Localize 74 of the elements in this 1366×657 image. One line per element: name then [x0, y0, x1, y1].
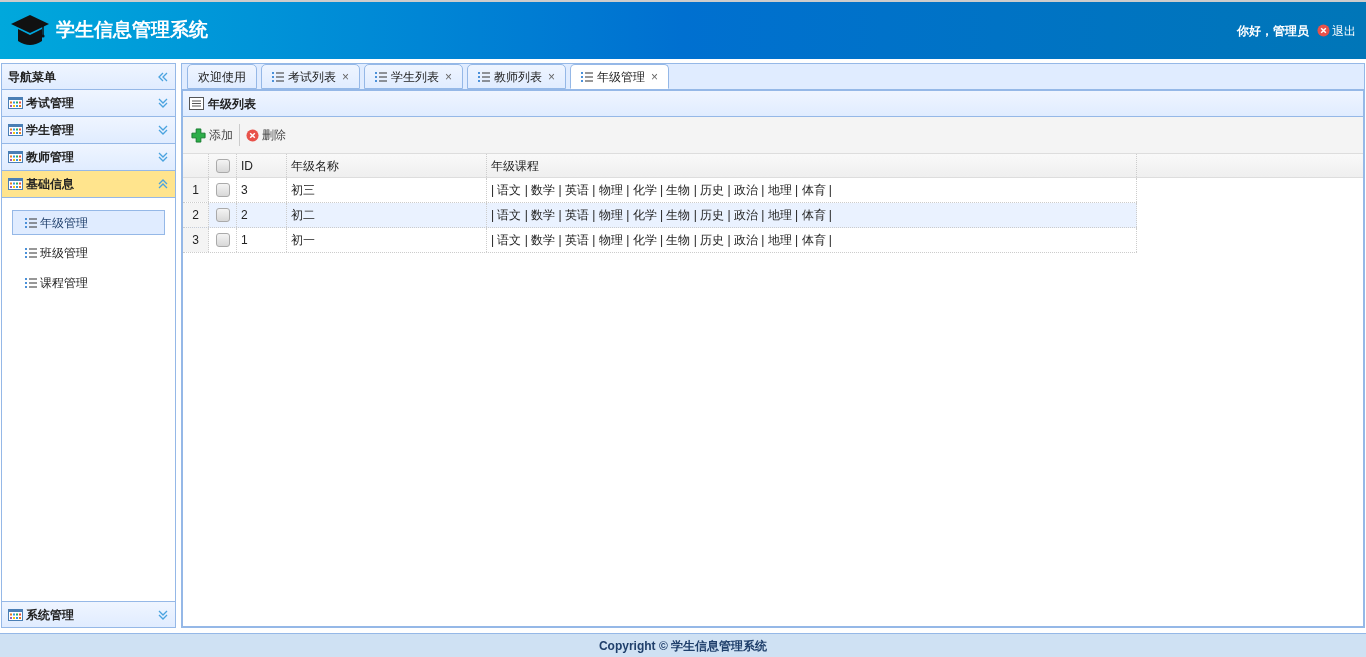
expand-icon[interactable] [157, 151, 169, 163]
close-circle-icon [246, 128, 259, 142]
table-cell: 3 [237, 178, 287, 202]
list-icon [25, 276, 37, 289]
section-label: 学生管理 [26, 122, 74, 139]
table-cell: 初一 [287, 228, 487, 252]
section-label: 教师管理 [26, 149, 74, 166]
table-row[interactable]: 2 2 初二 | 语文 | 数学 | 英语 | 物理 | 化学 | 生物 | 历史 | 政治 | 地理 | 体育 | [183, 203, 1137, 228]
row-number: 2 [183, 203, 209, 227]
table-cell: | 语文 | 数学 | 英语 | 物理 | 化学 | 生物 | 历史 | 政治 | 地理 | 体育 | [487, 228, 1137, 252]
list-icon [189, 97, 204, 110]
list-icon [25, 246, 37, 259]
list-icon [581, 70, 594, 83]
column-header[interactable]: 年级名称 [287, 154, 487, 177]
column-header[interactable]: 年级课程 [487, 154, 1137, 177]
nav-menu-title: 导航菜单 [8, 68, 56, 86]
section-label: 基础信息 [26, 176, 74, 193]
table-icon [8, 151, 23, 163]
menu-item[interactable]: 课程管理 [12, 270, 165, 295]
collapse-icon[interactable] [157, 178, 169, 190]
row-number: 3 [183, 228, 209, 252]
table-icon [8, 178, 23, 190]
toolbar-button[interactable]: 删除 [246, 126, 286, 144]
tab[interactable]: 欢迎使用 [187, 64, 257, 89]
toolbar-button[interactable]: 添加 [191, 126, 233, 144]
checkbox[interactable] [215, 158, 230, 173]
menu-item[interactable]: 班级管理 [12, 240, 165, 265]
accordion-header[interactable]: 基础信息 [2, 171, 175, 198]
collapse-left-icon[interactable] [157, 70, 169, 83]
app-title: 学生信息管理系统 [56, 18, 208, 43]
table-cell: 初三 [287, 178, 487, 202]
row-number: 1 [183, 178, 209, 202]
list-icon [25, 216, 37, 229]
section-label: 考试管理 [26, 95, 74, 112]
table-row[interactable]: 1 3 初三 | 语文 | 数学 | 英语 | 物理 | 化学 | 生物 | 历史 | 政治 | 地理 | 体育 | [183, 178, 1137, 203]
copyright-text: Copyright © 学生信息管理系统 [598, 637, 768, 655]
section-label: 系统管理 [26, 606, 74, 624]
column-header[interactable]: ID [237, 154, 287, 177]
checkbox[interactable] [215, 208, 230, 222]
table-icon [8, 97, 23, 109]
table-cell: 1 [237, 228, 287, 252]
list-icon [272, 70, 284, 83]
table-cell: 2 [237, 203, 287, 227]
list-icon [375, 70, 387, 83]
tab[interactable]: 考试列表 × [261, 64, 360, 89]
add-icon [191, 127, 206, 143]
tab[interactable]: 学生列表 × [364, 64, 464, 89]
table-cell: | 语文 | 数学 | 英语 | 物理 | 化学 | 生物 | 历史 | 政治 | 地理 | 体育 | [487, 203, 1137, 227]
table-row[interactable]: 3 1 初一 | 语文 | 数学 | 英语 | 物理 | 化学 | 生物 | 历史 | 政治 | 地理 | 体育 | [183, 228, 1137, 253]
accordion-header[interactable]: 考试管理 [2, 90, 175, 117]
checkbox[interactable] [215, 183, 230, 197]
accordion-header[interactable]: 教师管理 [2, 144, 175, 171]
accordion-header[interactable]: 系统管理 [2, 601, 175, 627]
close-icon[interactable]: × [342, 67, 349, 86]
logout-link[interactable]: 退出 [1317, 21, 1356, 40]
checkbox[interactable] [215, 233, 230, 247]
close-icon[interactable]: × [445, 67, 453, 86]
table-cell: 初二 [287, 203, 487, 227]
close-icon[interactable]: × [548, 67, 556, 86]
tab[interactable]: 教师列表 × [467, 64, 567, 89]
menu-item[interactable]: 年级管理 [12, 210, 165, 235]
tab[interactable]: 年级管理 × [570, 64, 670, 89]
table-icon [8, 124, 23, 136]
expand-icon[interactable] [157, 97, 169, 109]
expand-icon[interactable] [157, 608, 169, 621]
greeting-text: 你好，管理员 [1237, 22, 1309, 40]
close-icon[interactable]: × [651, 67, 659, 86]
expand-icon[interactable] [157, 124, 169, 136]
list-icon [478, 70, 491, 83]
close-circle-icon [1317, 24, 1330, 37]
table-cell: | 语文 | 数学 | 英语 | 物理 | 化学 | 生物 | 历史 | 政治 | 地理 | 体育 | [487, 178, 1137, 202]
accordion-header[interactable]: 学生管理 [2, 117, 175, 144]
panel-title: 年级列表 [208, 95, 256, 113]
table-icon [8, 608, 23, 621]
